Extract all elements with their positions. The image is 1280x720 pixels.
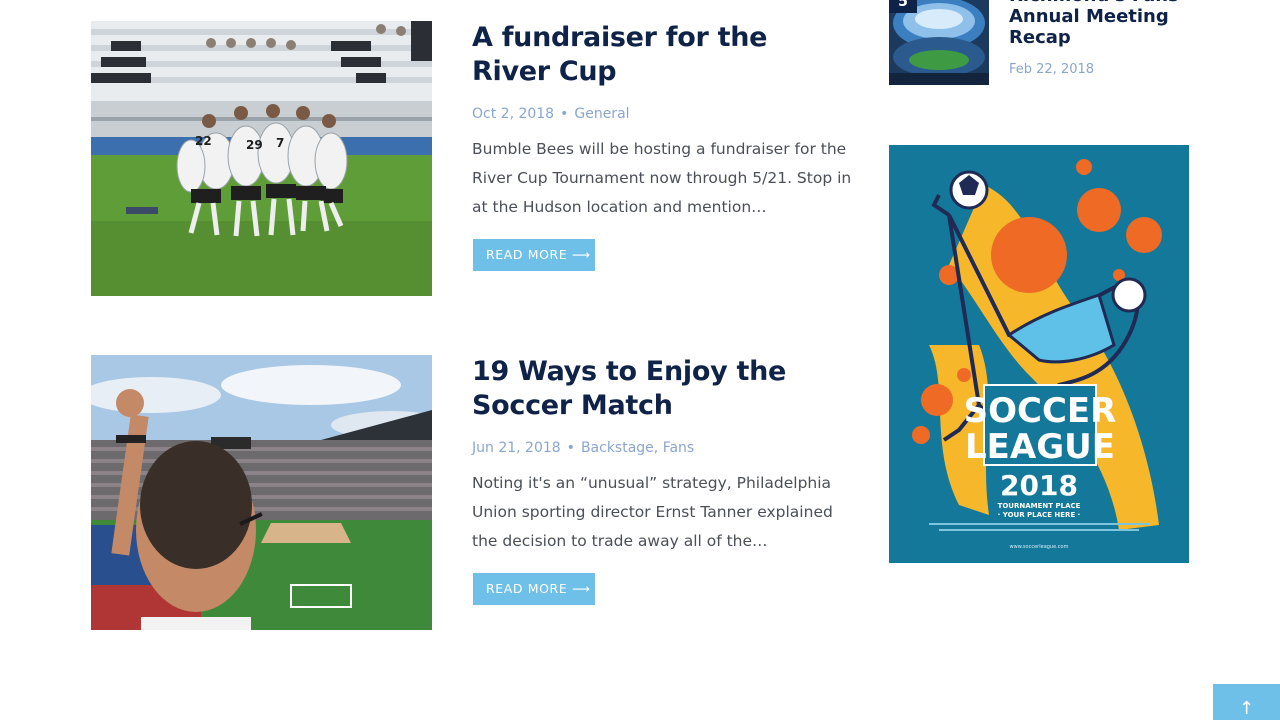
- banner-subtitle-1: TOURNAMENT PLACE: [998, 502, 1081, 510]
- sidebar-recent-post[interactable]: 5 Richmond's Fans Annual Meeting Recap F…: [889, 0, 1189, 85]
- post-excerpt: Noting it's an “unusual” strategy, Phila…: [472, 474, 833, 550]
- post-date-link[interactable]: Jun 21, 2018: [472, 440, 561, 456]
- post-title[interactable]: A fundraiser for the River Cup: [472, 21, 852, 89]
- sidebar-ad-banner[interactable]: SOCCER LEAGUE 2018 TOURNAMENT PLACE · YO…: [889, 145, 1189, 563]
- svg-text:29: 29: [246, 138, 263, 152]
- meta-separator: •: [560, 106, 569, 122]
- post-card: 19 Ways to Enjoy the Soccer Match Jun 21…: [91, 355, 851, 630]
- post-date-link[interactable]: Oct 2, 2018: [472, 106, 554, 122]
- arrow-up-icon: ↑: [1238, 698, 1255, 719]
- post-title[interactable]: 19 Ways to Enjoy the Soccer Match: [472, 355, 852, 423]
- back-to-top-button[interactable]: ↑: [1213, 684, 1280, 720]
- post-body: A fundraiser for the River Cup Oct 2, 20…: [472, 21, 852, 271]
- post-category-link[interactable]: General: [574, 106, 629, 122]
- banner-year: 2018: [1000, 469, 1078, 502]
- meta-separator: •: [566, 440, 575, 456]
- banner-title-line1: SOCCER: [964, 391, 1117, 431]
- post-meta: Oct 2, 2018 • General: [472, 104, 852, 124]
- stadium-fan-image: [91, 355, 432, 630]
- read-more-button[interactable]: Read More ⟶: [473, 573, 595, 605]
- post-category-link[interactable]: Backstage, Fans: [581, 440, 694, 456]
- svg-text:7: 7: [276, 136, 284, 150]
- post-meta: Jun 21, 2018 • Backstage, Fans: [472, 438, 852, 458]
- banner-title-line2: LEAGUE: [965, 427, 1115, 467]
- post-excerpt: Bumble Bees will be hosting a fundraiser…: [472, 140, 852, 216]
- recent-post-thumbnail[interactable]: 5: [889, 0, 989, 85]
- banner-url: www.soccerleague.com: [1010, 544, 1069, 550]
- svg-text:22: 22: [195, 134, 212, 148]
- banner-subtitle-2: · YOUR PLACE HERE ·: [998, 511, 1081, 519]
- soccer-league-poster: SOCCER LEAGUE 2018 TOURNAMENT PLACE · YO…: [889, 145, 1189, 563]
- team-huddle-image: 22 29 7: [91, 21, 432, 296]
- read-more-button[interactable]: Read More ⟶: [473, 239, 595, 271]
- post-thumbnail-stadium-fan[interactable]: [91, 355, 432, 630]
- post-card: 22 29 7 A fundraiser for the River Cup Oct…: [91, 21, 851, 296]
- post-body: 19 Ways to Enjoy the Soccer Match Jun 21…: [472, 355, 852, 605]
- post-thumbnail-team-huddle[interactable]: 22 29 7: [91, 21, 432, 296]
- recent-post-date: Feb 22, 2018: [1009, 62, 1095, 77]
- recent-post-title[interactable]: Richmond's Fans Annual Meeting Recap: [1009, 0, 1189, 48]
- recent-post-number: 5: [889, 0, 917, 13]
